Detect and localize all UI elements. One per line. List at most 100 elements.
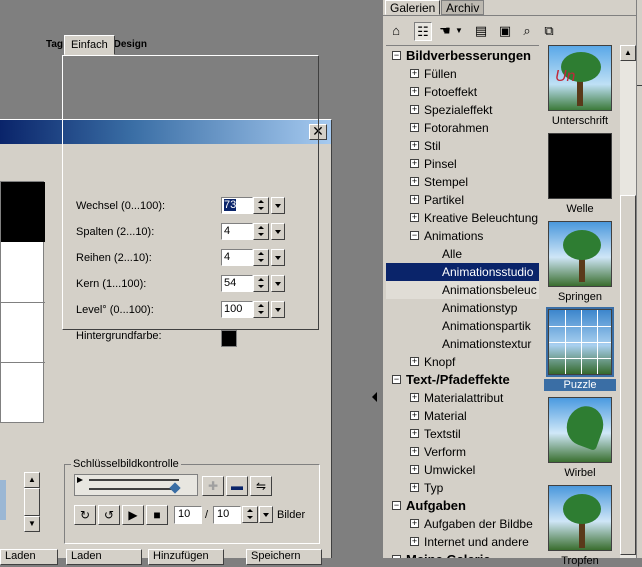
scroll-down-button[interactable]: ▼: [24, 516, 40, 532]
reihen-input[interactable]: 4: [221, 249, 253, 266]
expand-icon[interactable]: +: [410, 141, 419, 150]
collapse-icon[interactable]: −: [392, 51, 401, 60]
expand-icon[interactable]: +: [410, 213, 419, 222]
expand-icon[interactable]: +: [410, 105, 419, 114]
tree-item[interactable]: + Füllen: [386, 65, 539, 83]
tree-item[interactable]: + Spezialeffekt: [386, 101, 539, 119]
total-frames-input[interactable]: 10: [213, 506, 241, 524]
loop-button[interactable]: ↻: [74, 505, 96, 525]
search-icon[interactable]: ⌕: [518, 22, 536, 41]
tree-item[interactable]: + Partikel: [386, 191, 539, 209]
collapse-icon[interactable]: −: [392, 501, 401, 510]
panel-splitter[interactable]: [368, 0, 384, 558]
tree-item[interactable]: Animationsstudio: [386, 263, 539, 281]
tab-einfach[interactable]: Einfach: [64, 35, 115, 55]
slider-handle[interactable]: [169, 482, 181, 494]
expand-icon[interactable]: +: [410, 537, 419, 546]
image-edit-icon[interactable]: ▣: [496, 22, 514, 41]
tree-item[interactable]: − Animations: [386, 227, 539, 245]
scroll-up-button[interactable]: ▲: [620, 45, 636, 61]
bg-color-swatch[interactable]: [221, 330, 237, 347]
tab-galerien[interactable]: Galerien: [385, 0, 441, 15]
kern-input[interactable]: 54: [221, 275, 253, 292]
home-icon[interactable]: ⌂: [387, 22, 405, 41]
properties-icon[interactable]: ▤: [472, 22, 490, 41]
gallery-scrollbar[interactable]: ▲: [620, 45, 636, 558]
tree-item[interactable]: + Materialattribut: [386, 389, 539, 407]
wechsel-dropdown[interactable]: [271, 197, 285, 214]
kern-dropdown[interactable]: [271, 275, 285, 292]
scroll-thumb[interactable]: [24, 488, 40, 516]
tree-item[interactable]: Alle: [386, 245, 539, 263]
remove-keyframe-button[interactable]: ▬: [226, 476, 248, 496]
tree-item[interactable]: + Knopf: [386, 353, 539, 371]
copy-icon[interactable]: ⧉: [540, 22, 558, 41]
tree-category[interactable]: − Bildverbesserungen: [386, 47, 539, 65]
expand-icon[interactable]: +: [410, 447, 419, 456]
tree-item[interactable]: + Material: [386, 407, 539, 425]
tree-item[interactable]: + Textstil: [386, 425, 539, 443]
level-dropdown[interactable]: [271, 301, 285, 318]
expand-icon[interactable]: +: [410, 195, 419, 204]
tree-category[interactable]: − Text-/Pfadeffekte: [386, 371, 539, 389]
menu-arrow-icon[interactable]: ▼: [454, 22, 464, 41]
stop-button[interactable]: ■: [146, 505, 168, 525]
spalten-spin[interactable]: [253, 223, 269, 240]
play-button[interactable]: ▶: [122, 505, 144, 525]
tree-category[interactable]: − Aufgaben: [386, 497, 539, 515]
collapse-icon[interactable]: −: [392, 375, 401, 384]
expand-icon[interactable]: +: [410, 411, 419, 420]
tree-item[interactable]: + Verform: [386, 443, 539, 461]
tree-item[interactable]: Animationspartik: [386, 317, 539, 335]
tree-item[interactable]: Animationstextur: [386, 335, 539, 353]
tree-item[interactable]: + Fotorahmen: [386, 119, 539, 137]
tree-item[interactable]: + Typ: [386, 479, 539, 497]
total-frames-spin[interactable]: [242, 506, 258, 523]
total-frames-dropdown[interactable]: [259, 506, 273, 523]
expand-icon[interactable]: +: [410, 393, 419, 402]
tree-item[interactable]: + Aufgaben der Bildbe: [386, 515, 539, 533]
collapse-icon[interactable]: −: [410, 231, 419, 240]
scroll-thumb[interactable]: [620, 195, 636, 555]
spalten-dropdown[interactable]: [271, 223, 285, 240]
tree-item[interactable]: + Pinsel: [386, 155, 539, 173]
expand-icon[interactable]: +: [410, 177, 419, 186]
expand-icon[interactable]: +: [410, 159, 419, 168]
level-spin[interactable]: [253, 301, 269, 318]
reihen-dropdown[interactable]: [271, 249, 285, 266]
add-keyframe-button[interactable]: ✚: [202, 476, 224, 496]
collapse-arrow-icon[interactable]: [372, 392, 377, 402]
reverse-keyframe-button[interactable]: ⇋: [250, 476, 272, 496]
tab-archiv[interactable]: Archiv: [441, 0, 485, 15]
load-button-2[interactable]: Laden: [66, 549, 142, 565]
tree-item[interactable]: + Stil: [386, 137, 539, 155]
tree-item[interactable]: + Stempel: [386, 173, 539, 191]
scroll-up-button[interactable]: ▲: [24, 472, 40, 488]
tree-view-icon[interactable]: ☷: [414, 22, 432, 41]
tree-category[interactable]: −Meine Galerie: [386, 551, 539, 558]
tree-item[interactable]: + Fotoeffekt: [386, 83, 539, 101]
tree-item[interactable]: Animationsbeleuc: [386, 281, 539, 299]
expand-icon[interactable]: +: [410, 123, 419, 132]
wechsel-input[interactable]: 73: [221, 197, 253, 214]
bounce-button[interactable]: ↺: [98, 505, 120, 525]
current-frame-input[interactable]: 10: [174, 506, 202, 524]
save-button[interactable]: Speichern: [246, 549, 322, 565]
tree-item[interactable]: + Internet und andere: [386, 533, 539, 551]
expand-icon[interactable]: +: [410, 519, 419, 528]
level-input[interactable]: 100: [221, 301, 253, 318]
expand-icon[interactable]: +: [410, 357, 419, 366]
expand-icon[interactable]: +: [410, 87, 419, 96]
expand-icon[interactable]: +: [410, 465, 419, 474]
tree-item[interactable]: + Kreative Beleuchtung: [386, 209, 539, 227]
expand-icon[interactable]: +: [410, 483, 419, 492]
reihen-spin[interactable]: [253, 249, 269, 266]
add-button[interactable]: Hinzufügen: [148, 549, 224, 565]
kern-spin[interactable]: [253, 275, 269, 292]
spalten-input[interactable]: 4: [221, 223, 253, 240]
hand-icon[interactable]: ☚: [436, 22, 454, 41]
expand-icon[interactable]: +: [410, 69, 419, 78]
tree-item[interactable]: Animationstyp: [386, 299, 539, 317]
keyframe-slider[interactable]: [74, 474, 198, 496]
wechsel-spin[interactable]: [253, 197, 269, 214]
